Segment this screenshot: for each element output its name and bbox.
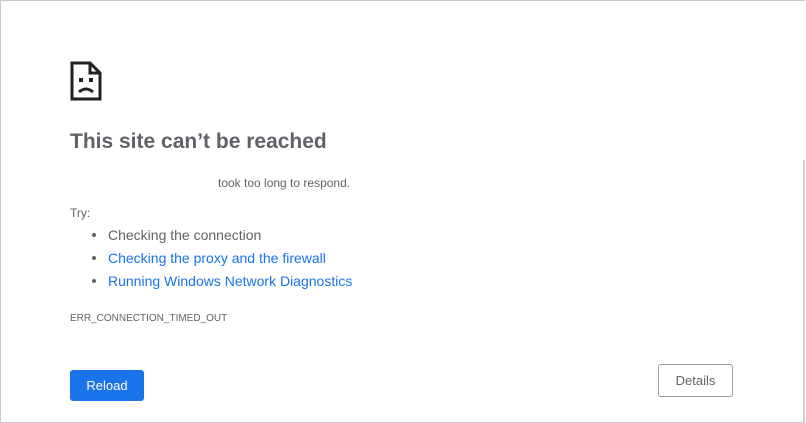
page-title: This site can’t be reached	[70, 130, 327, 153]
error-code: ERR_CONNECTION_TIMED_OUT	[70, 313, 228, 324]
error-description: took too long to respond.	[218, 176, 351, 190]
reload-button[interactable]: Reload	[70, 370, 144, 401]
suggestion-check-connection: Checking the connection	[108, 227, 262, 243]
browser-content-frame	[0, 0, 805, 423]
window-edge	[803, 160, 805, 423]
details-button[interactable]: Details	[658, 364, 733, 397]
try-label: Try:	[70, 206, 91, 220]
suggestion-network-diagnostics-link[interactable]: Running Windows Network Diagnostics	[108, 273, 352, 289]
sad-page-icon	[70, 61, 102, 101]
suggestion-list: Checking the connection Checking the pro…	[70, 226, 352, 295]
suggestion-item: Checking the proxy and the firewall	[70, 249, 352, 272]
suggestion-item: Checking the connection	[70, 226, 352, 249]
suggestion-check-proxy-link[interactable]: Checking the proxy and the firewall	[108, 250, 326, 266]
suggestion-item: Running Windows Network Diagnostics	[70, 272, 352, 295]
